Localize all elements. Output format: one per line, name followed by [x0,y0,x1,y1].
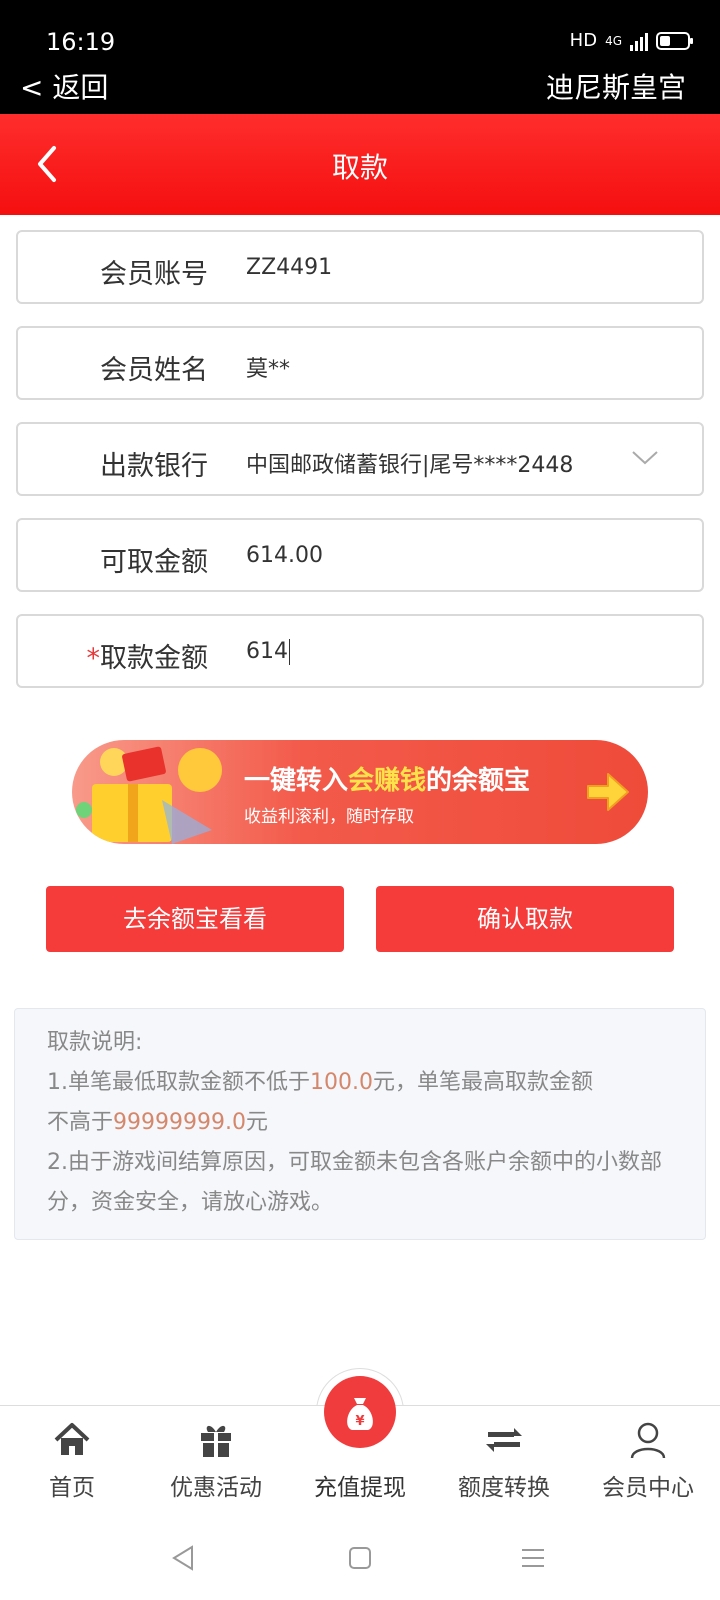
bank-select[interactable]: 出款银行 中国邮政储蓄银行|尾号****2448 [16,422,704,496]
arrow-right-icon [587,773,629,811]
tab-promotions[interactable]: 优惠活动 [144,1406,288,1524]
member-account-field: 会员账号 ZZ4491 [16,230,704,304]
transfer-icon [486,1428,522,1452]
page-title: 取款 [331,151,388,184]
user-icon [630,1422,666,1459]
svg-text:¥: ¥ [355,1414,364,1429]
tab-transfer-label: 额度转换 [458,1475,550,1501]
signal-label: 4G [605,33,622,48]
withdraw-amount-label-text: 取款金额 [100,643,208,674]
home-icon [54,1423,90,1455]
money-bag-icon[interactable]: ¥ [324,1376,396,1448]
bank-value[interactable]: 中国邮政储蓄银行|尾号****2448 [246,447,573,479]
tab-home[interactable]: 首页 [0,1406,144,1524]
withdraw-amount-input[interactable]: *取款金额 614 [16,614,704,688]
text-cursor [289,639,290,665]
tab-promotions-label: 优惠活动 [170,1475,262,1501]
withdraw-amount-value[interactable]: 614 [246,639,290,665]
confirm-withdraw-button[interactable]: 确认取款 [376,886,674,952]
available-amount-label: 可取金额 [100,547,208,578]
system-nav-bar [0,1523,720,1600]
required-mark: * [86,643,101,674]
tab-transfer[interactable]: 额度转换 [432,1406,576,1524]
member-name-field: 会员姓名 莫** [16,326,704,400]
member-name-value: 莫** [246,357,291,382]
member-name-label: 会员姓名 [100,355,208,386]
withdraw-notice: 取款说明: 1.单笔最低取款金额不低于100.0元，单笔最高取款金额 不高于999… [14,1008,706,1240]
app-name: 迪尼斯皇宫 [545,71,686,104]
available-amount-value: 614.00 [246,543,323,568]
nav-back-icon[interactable] [168,1543,198,1573]
go-yuebao-button[interactable]: 去余额宝看看 [46,886,344,952]
withdraw-amount-text[interactable]: 614 [246,639,288,664]
bank-label: 出款银行 [100,451,208,482]
gift-icon [201,1425,231,1457]
available-amount-field: 可取金额 614.00 [16,518,704,592]
page-header: 取款 [0,114,720,215]
network-type: HD [569,30,598,51]
notice-title: 取款说明: [47,1030,143,1055]
member-account-label: 会员账号 [100,259,208,290]
banner-subtitle: 收益利滚利，随时存取 [244,807,414,827]
system-back-link[interactable]: < 返回 [20,66,108,106]
battery-icon [656,31,693,50]
yuebao-promo-banner[interactable]: 一键转入会赚钱的余额宝 收益利滚利，随时存取 [72,740,648,844]
status-time: 16:19 [46,28,116,56]
gift-box-icon [76,746,222,844]
nav-home-icon[interactable] [345,1543,375,1573]
status-indicators: HD 4G [569,30,693,51]
notice-rule-1: 1.单笔最低取款金额不低于100.0元，单笔最高取款金额 不高于99999999.… [47,1070,593,1135]
status-bar: 16:19 HD 4G < 返回 迪尼斯皇宫 [0,0,720,114]
withdraw-amount-label: *取款金额 [78,636,209,675]
banner-headline: 一键转入会赚钱的余额宝 [244,766,531,796]
nav-menu-icon[interactable] [518,1543,548,1573]
member-account-value: ZZ4491 [246,255,333,280]
tab-member-center[interactable]: 会员中心 [576,1406,720,1524]
tab-home-label: 首页 [49,1475,95,1501]
notice-rule-2: 2.由于游戏间结算原因，可取金额未包含各账户余额中的小数部分，资金安全，请放心游… [47,1150,662,1215]
signal-icon [630,31,648,51]
tab-deposit-withdraw-label: 充值提现 [314,1475,406,1501]
tab-member-center-label: 会员中心 [602,1475,694,1501]
chevron-down-icon[interactable] [630,448,660,468]
